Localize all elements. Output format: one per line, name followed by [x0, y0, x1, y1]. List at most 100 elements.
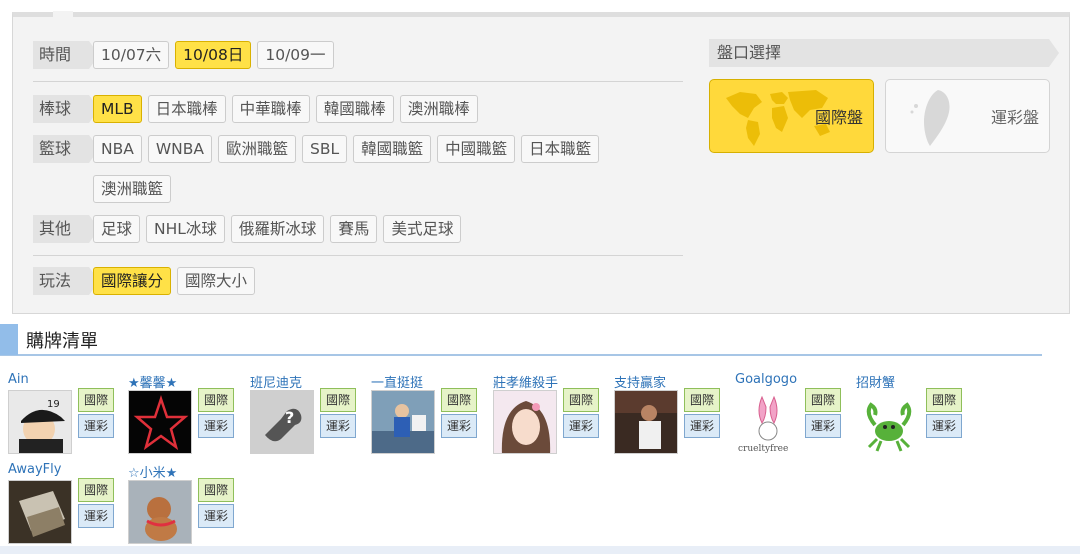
league-option[interactable]: WNBA	[147, 135, 213, 163]
user-avatar[interactable]	[371, 390, 435, 454]
cruelty-free-bunny-avatar-icon: crueltyfree	[736, 391, 798, 454]
filter-row-other: 其他 足球 NHL冰球 俄羅斯冰球 賽馬 美式足球	[33, 211, 683, 251]
league-option[interactable]: NBA	[93, 135, 142, 163]
intl-picks-button[interactable]: 國際	[684, 388, 720, 412]
default-puzzle-avatar-icon: ?	[251, 391, 313, 453]
play-option[interactable]: 國際大小	[177, 267, 256, 295]
user-name-link[interactable]: Ain	[8, 372, 29, 387]
user-name-link[interactable]: 一直挺挺	[371, 372, 423, 391]
user-name-link[interactable]: 支持贏家	[614, 372, 666, 391]
lottery-picks-button[interactable]: 運彩	[320, 414, 356, 438]
sport-option[interactable]: 俄羅斯冰球	[230, 215, 325, 243]
lottery-picks-button[interactable]: 運彩	[198, 414, 234, 438]
user-card: ★馨馨★ 國際 運彩	[128, 372, 246, 460]
user-name-link[interactable]: 招財蟹	[856, 372, 895, 391]
filter-panel: 時間 10/07六 10/08日 10/09一 棒球 MLB 日本職棒 中華職棒 韓國職棒…	[12, 11, 1070, 314]
international-market-button[interactable]: 國際盤	[709, 79, 874, 153]
filter-row-play: 玩法 國際讓分 國際大小	[33, 263, 683, 303]
user-avatar[interactable]	[856, 390, 920, 454]
purchase-list-header: 購牌清單	[0, 324, 1042, 356]
avatar-cruelty-text: crueltyfree	[738, 444, 788, 454]
bottom-strip	[0, 546, 1080, 554]
intl-picks-button[interactable]: 國際	[441, 388, 477, 412]
child-photo-avatar-icon	[372, 391, 434, 453]
girl-selfie-avatar-icon	[494, 391, 556, 453]
filter-row-basketball: 籃球 NBA WNBA 歐洲職籃 SBL 韓國職籃 中國職籃 日本職籃 澳洲職籃	[33, 131, 683, 211]
date-option-selected[interactable]: 10/08日	[175, 41, 252, 69]
sport-option[interactable]: 美式足球	[383, 215, 462, 243]
lottery-picks-button[interactable]: 運彩	[805, 414, 841, 438]
taiwan-lottery-market-button[interactable]: 運彩盤	[885, 79, 1050, 153]
date-option[interactable]: 10/09一	[257, 41, 334, 69]
user-avatar[interactable]	[493, 390, 557, 454]
intl-picks-button[interactable]: 國際	[78, 478, 114, 502]
sport-option[interactable]: 足球	[93, 215, 141, 243]
intl-picks-button[interactable]: 國際	[78, 388, 114, 412]
league-option-selected[interactable]: MLB	[93, 95, 142, 123]
user-card: Ain 19 國際 運彩	[8, 372, 126, 460]
date-option[interactable]: 10/07六	[93, 41, 170, 69]
intl-picks-button[interactable]: 國際	[320, 388, 356, 412]
filter-rows: 時間 10/07六 10/08日 10/09一 棒球 MLB 日本職棒 中華職棒 韓國職棒…	[33, 37, 683, 295]
panel-notch	[53, 11, 73, 21]
league-option[interactable]: SBL	[302, 135, 348, 163]
intl-picks-button[interactable]: 國際	[926, 388, 962, 412]
user-name-link[interactable]: ★馨馨★	[128, 372, 177, 391]
play-option-selected[interactable]: 國際讓分	[93, 267, 172, 295]
league-option[interactable]: 澳洲職棒	[399, 95, 478, 123]
lottery-picks-button[interactable]: 運彩	[78, 504, 114, 528]
user-name-link[interactable]: 莊孝維殺手	[493, 372, 558, 391]
league-option[interactable]: 日本職籃	[521, 135, 600, 163]
user-card: ☆小米★ 國際 運彩	[128, 462, 246, 550]
league-option[interactable]: 歐洲職籃	[218, 135, 297, 163]
lottery-picks-button[interactable]: 運彩	[198, 504, 234, 528]
cards-photo-avatar-icon	[9, 481, 71, 543]
poodle-dog-avatar-icon	[129, 481, 191, 543]
international-market-label: 國際盤	[814, 108, 863, 127]
user-card: AwayFly 國際 運彩	[8, 462, 126, 550]
intl-picks-button[interactable]: 國際	[198, 388, 234, 412]
user-avatar[interactable]: crueltyfree	[735, 390, 799, 454]
lottery-picks-button[interactable]: 運彩	[563, 414, 599, 438]
user-avatar[interactable]	[128, 480, 192, 544]
user-avatar[interactable]: 19	[8, 390, 72, 454]
neon-star-avatar-icon	[129, 391, 191, 453]
purchase-list-title: 購牌清單	[26, 331, 98, 352]
intl-picks-button[interactable]: 國際	[805, 388, 841, 412]
user-avatar[interactable]	[614, 390, 678, 454]
market-select-title: 盤口選擇	[709, 39, 1059, 67]
intl-picks-button[interactable]: 國際	[198, 478, 234, 502]
user-card: 一直挺挺 國際 運彩	[371, 372, 489, 460]
user-avatar[interactable]	[8, 480, 72, 544]
user-name-link[interactable]: 班尼迪克	[250, 372, 302, 391]
league-option[interactable]: 日本職棒	[147, 95, 226, 123]
user-card: 班尼迪克 ? 國際 運彩	[250, 372, 368, 460]
user-card: 招財蟹 國際 運彩	[856, 372, 974, 460]
user-avatar[interactable]	[128, 390, 192, 454]
basketball-player-avatar-icon	[615, 391, 677, 453]
sport-option[interactable]: NHL冰球	[146, 215, 225, 243]
divider	[33, 255, 683, 256]
lottery-picks-button[interactable]: 運彩	[684, 414, 720, 438]
user-name-link[interactable]: ☆小米★	[128, 462, 177, 481]
sport-option[interactable]: 賽馬	[330, 215, 378, 243]
intl-picks-button[interactable]: 國際	[563, 388, 599, 412]
league-option[interactable]: 韓國職籃	[353, 135, 432, 163]
taiwan-lottery-market-label: 運彩盤	[990, 108, 1039, 127]
filter-label-time: 時間	[33, 41, 99, 69]
user-card: 莊孝維殺手 國際 運彩	[493, 372, 611, 460]
league-option[interactable]: 中華職棒	[231, 95, 310, 123]
green-crab-avatar-icon	[857, 391, 919, 453]
divider	[33, 81, 683, 82]
user-name-link[interactable]: AwayFly	[8, 462, 61, 477]
user-avatar[interactable]: ?	[250, 390, 314, 454]
user-card: 支持贏家 國際 運彩	[614, 372, 732, 460]
lottery-picks-button[interactable]: 運彩	[441, 414, 477, 438]
filter-label-baseball: 棒球	[33, 95, 99, 123]
league-option[interactable]: 中國職籃	[437, 135, 516, 163]
lottery-picks-button[interactable]: 運彩	[926, 414, 962, 438]
lottery-picks-button[interactable]: 運彩	[78, 414, 114, 438]
league-option[interactable]: 澳洲職籃	[93, 175, 172, 203]
user-name-link[interactable]: Goalgogo	[735, 372, 797, 387]
league-option[interactable]: 韓國職棒	[315, 95, 394, 123]
